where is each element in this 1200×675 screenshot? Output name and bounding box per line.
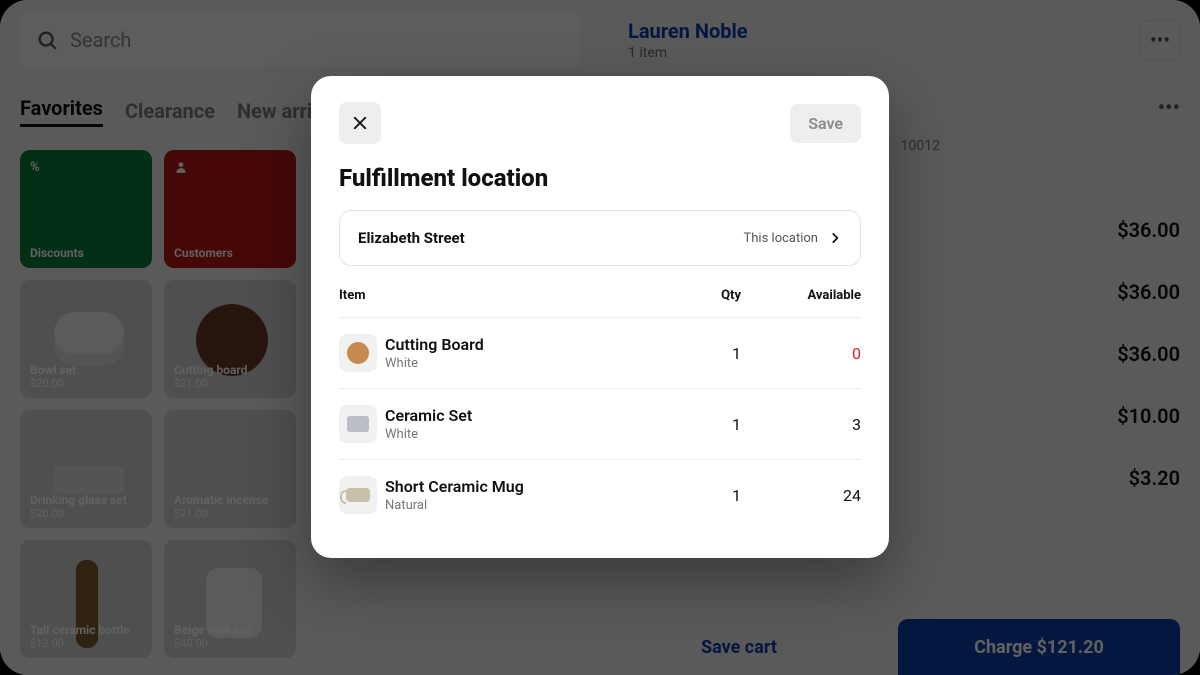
item-available: 24 bbox=[741, 486, 861, 505]
modal-title: Fulfillment location bbox=[339, 164, 861, 192]
item-thumb bbox=[339, 334, 377, 372]
item-available: 0 bbox=[741, 344, 861, 363]
close-button[interactable] bbox=[339, 102, 381, 144]
table-row: Cutting BoardWhite 1 0 bbox=[339, 318, 861, 389]
location-name: Elizabeth Street bbox=[358, 229, 465, 247]
item-qty: 1 bbox=[651, 344, 741, 363]
location-hint: This location bbox=[744, 231, 818, 246]
table-row: Short Ceramic MugNatural 1 24 bbox=[339, 460, 861, 530]
col-avail: Available bbox=[741, 288, 861, 303]
item-thumb bbox=[339, 405, 377, 443]
item-thumb bbox=[339, 476, 377, 514]
chevron-right-icon bbox=[828, 231, 842, 245]
fulfillment-modal: Save Fulfillment location Elizabeth Stre… bbox=[311, 76, 889, 558]
table-row: Ceramic SetWhite 1 3 bbox=[339, 389, 861, 460]
item-qty: 1 bbox=[651, 486, 741, 505]
col-item: Item bbox=[339, 288, 651, 303]
close-icon bbox=[351, 114, 369, 132]
item-available: 3 bbox=[741, 415, 861, 434]
location-row[interactable]: Elizabeth Street This location bbox=[339, 210, 861, 266]
item-qty: 1 bbox=[651, 415, 741, 434]
save-button[interactable]: Save bbox=[790, 104, 861, 143]
col-qty: Qty bbox=[651, 288, 741, 303]
